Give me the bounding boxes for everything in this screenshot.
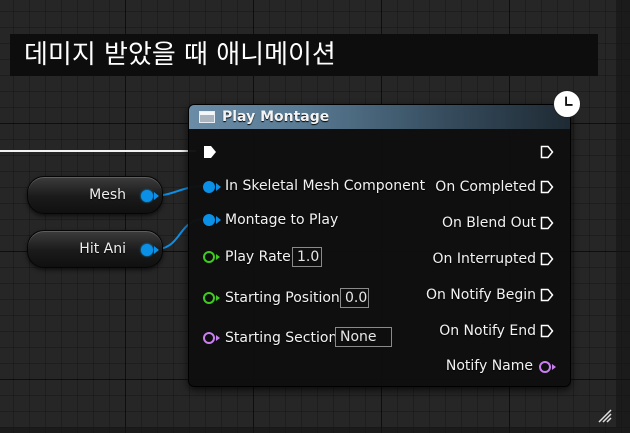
mesh-variable-node[interactable]: Mesh [27,176,163,214]
resize-grip-icon[interactable] [598,409,612,423]
hit-ani-variable-node[interactable]: Hit Ani [27,230,163,268]
starting-position-pin[interactable] [203,292,220,304]
on-blend-out-pin[interactable] [540,216,554,230]
play-montage-node[interactable]: Play Montage In Skeletal Mesh Component … [188,104,571,387]
mesh-output-pin[interactable] [141,190,159,202]
montage-to-play-label: Montage to Play [225,212,339,228]
on-completed-pin[interactable] [540,180,554,194]
on-interrupted-pin[interactable] [540,252,554,266]
on-interrupted-label: On Interrupted [432,251,536,267]
starting-section-pin[interactable] [203,332,220,344]
hit-ani-output-pin[interactable] [141,244,159,256]
on-notify-end-label: On Notify End [439,323,536,339]
montage-to-play-pin[interactable] [203,214,221,226]
starting-position-label: Starting Position [225,290,340,306]
node-header[interactable]: Play Montage [189,105,570,129]
on-notify-end-pin[interactable] [540,324,554,338]
on-notify-begin-pin[interactable] [540,288,554,302]
starting-position-input[interactable]: 0.0 [340,288,369,308]
exec-out-pin[interactable] [540,145,554,159]
on-notify-begin-label: On Notify Begin [425,287,536,303]
starting-section-input[interactable]: None [335,327,392,347]
in-skeletal-mesh-label: In Skeletal Mesh Component [225,178,426,194]
notify-name-label: Notify Name [445,358,533,374]
mesh-variable-label: Mesh [89,187,126,203]
hit-ani-variable-label: Hit Ani [79,241,126,257]
on-blend-out-label: On Blend Out [441,215,536,231]
starting-section-label: Starting Section [225,330,338,346]
play-rate-pin[interactable] [203,251,220,263]
notify-name-pin[interactable] [539,361,556,373]
function-icon [199,111,215,123]
node-title: Play Montage [222,109,330,125]
in-skeletal-mesh-pin[interactable] [203,181,221,193]
on-completed-label: On Completed [435,179,536,195]
play-rate-label: Play Rate [225,249,291,265]
play-rate-input[interactable]: 1.0 [292,247,322,267]
exec-in-pin[interactable] [203,145,217,159]
latent-clock-icon [553,90,581,118]
